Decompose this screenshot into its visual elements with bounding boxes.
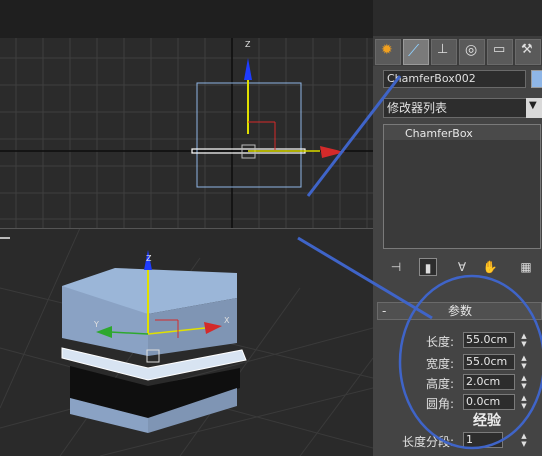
top-viewport-canvas [0, 0, 373, 228]
modifier-list-arrow[interactable]: ▼ [526, 98, 542, 118]
remove-modifier-button[interactable]: ✋ [481, 258, 499, 276]
rollout-title: 参数 [448, 304, 473, 318]
pin-icon: ⊣ [390, 260, 402, 274]
width-input[interactable]: 55.0cm [463, 354, 515, 370]
tab-utilities[interactable]: ⚒ [515, 39, 541, 65]
hammer-icon: ⚒ [521, 42, 533, 57]
create-icon: ✹ [381, 42, 393, 58]
watermark-text: 经验 [473, 413, 501, 429]
tab-modify[interactable]: ⟋ [403, 39, 429, 65]
tab-create[interactable]: ✹ [375, 39, 401, 65]
top-z-axis-label: Z [245, 40, 251, 49]
tab-hierarchy[interactable]: ⊥ [431, 39, 457, 65]
display-icon: ▭ [493, 42, 506, 57]
stack-toolbar: ⊣ ▮ ∀ ✋ ▦ [383, 258, 541, 278]
param-label: 高度: [425, 377, 454, 391]
hierarchy-icon: ⊥ [437, 42, 449, 57]
length-segs-spinner[interactable]: ▲ ▼ [519, 432, 529, 448]
motion-icon: ◎ [465, 42, 478, 58]
param-row-fillet: 圆角: 0.0cm ▲ ▼ [373, 394, 542, 412]
param-row-height: 高度: 2.0cm ▲ ▼ [373, 374, 542, 392]
length-segs-input[interactable]: 1 [463, 432, 503, 448]
modifier-stack-item[interactable]: ChamferBox [405, 127, 473, 140]
length-input[interactable]: 55.0cm [463, 332, 515, 348]
perspective-viewport-canvas [0, 228, 373, 456]
param-label: 长度: [425, 335, 454, 349]
parameters-rollout-header[interactable]: - 参数 [377, 302, 542, 320]
modify-icon: ⟋ [408, 41, 420, 60]
object-color-swatch[interactable] [531, 70, 542, 88]
chevron-down-icon: ▼ [529, 100, 537, 111]
viewport-perspective[interactable]: Z X Y [0, 228, 373, 456]
command-panel-tabs: ✹ ⟋ ⊥ ◎ ▭ ⚒ [373, 36, 542, 66]
viewport-top[interactable]: Z [0, 0, 373, 228]
param-row-length: 长度: 55.0cm ▲ ▼ [373, 332, 542, 350]
configure-icon: ▦ [520, 260, 532, 274]
modifier-list-dropdown[interactable]: 修改器列表 [383, 98, 533, 118]
show-end-result-button[interactable]: ▮ [419, 258, 437, 276]
make-unique-button[interactable]: ∀ [453, 258, 471, 276]
configure-sets-button[interactable]: ▦ [517, 258, 535, 276]
rollout-collapse-icon: - [382, 304, 387, 318]
command-panel: ✹ ⟋ ⊥ ◎ ▭ ⚒ ChamferBox002 修改器列表 ▼ Chamfe… [373, 36, 542, 456]
tab-motion[interactable]: ◎ [459, 39, 485, 65]
pin-stack-button[interactable]: ⊣ [387, 258, 405, 276]
param-row-length-segs: 长度分段: 1 ▲ ▼ [373, 432, 542, 450]
length-spinner[interactable]: ▲ ▼ [519, 332, 529, 348]
max-workspace: Z Z X Y ✹ ⟋ ⊥ ◎ ▭ ⚒ ChamferBox002 修改器列表 … [0, 0, 542, 456]
modifier-stack[interactable]: ChamferBox [383, 124, 541, 249]
param-label: 圆角: [425, 397, 454, 411]
persp-x-axis-label: X [224, 316, 230, 325]
fillet-spinner[interactable]: ▲ ▼ [519, 394, 529, 410]
make-unique-icon: ∀ [457, 260, 467, 274]
param-row-width: 宽度: 55.0cm ▲ ▼ [373, 354, 542, 372]
object-name-field[interactable]: ChamferBox002 [383, 70, 526, 88]
remove-icon: ✋ [482, 260, 498, 274]
param-label: 长度分段: [401, 435, 454, 449]
param-label: 宽度: [425, 357, 454, 371]
persp-y-axis-label: Y [94, 320, 99, 329]
end-result-icon: ▮ [424, 261, 432, 275]
width-spinner[interactable]: ▲ ▼ [519, 354, 529, 370]
height-input[interactable]: 2.0cm [463, 374, 515, 390]
height-spinner[interactable]: ▲ ▼ [519, 374, 529, 390]
tab-display[interactable]: ▭ [487, 39, 513, 65]
persp-z-axis-label: Z [146, 254, 152, 263]
fillet-input[interactable]: 0.0cm [463, 394, 515, 410]
